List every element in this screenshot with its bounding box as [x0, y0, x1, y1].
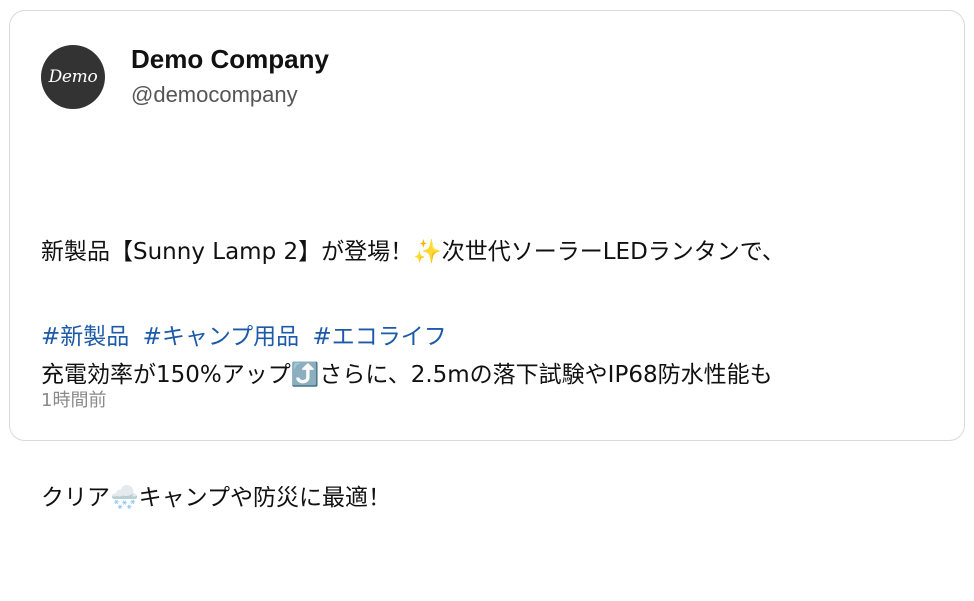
hashtag-link[interactable]: #エコライフ — [313, 324, 447, 350]
hashtag-link[interactable]: #キャンプ用品 — [143, 324, 300, 350]
hashtag-list: #新製品 #キャンプ用品 #エコライフ — [41, 317, 453, 358]
post-text-line: 新製品【Sunny Lamp 2】が登場！✨次世代ソーラーLEDランタンで、 — [41, 239, 785, 265]
avatar-logo-text: Demo — [48, 66, 98, 87]
post-header: Demo Demo Company @democompany — [41, 43, 329, 110]
post-text-line: 充電効率が150%アップ⤴️さらに、2.5mの落下試験やIP68防水性能も — [41, 362, 773, 388]
display-name[interactable]: Demo Company — [131, 43, 329, 75]
author-info: Demo Company @democompany — [131, 43, 329, 110]
hashtag-link[interactable]: #新製品 — [41, 324, 129, 350]
avatar[interactable]: Demo — [41, 44, 105, 109]
post-text-line: クリア🌨️キャンプや防災に最適！ — [41, 485, 391, 511]
post-body: 新製品【Sunny Lamp 2】が登場！✨次世代ソーラーLEDランタンで、 充… — [41, 150, 941, 601]
account-handle[interactable]: @democompany — [131, 80, 329, 110]
post-card: Demo Demo Company @democompany 新製品【Sunny… — [9, 10, 965, 511]
post-timestamp[interactable]: 1時間前 — [41, 387, 106, 415]
